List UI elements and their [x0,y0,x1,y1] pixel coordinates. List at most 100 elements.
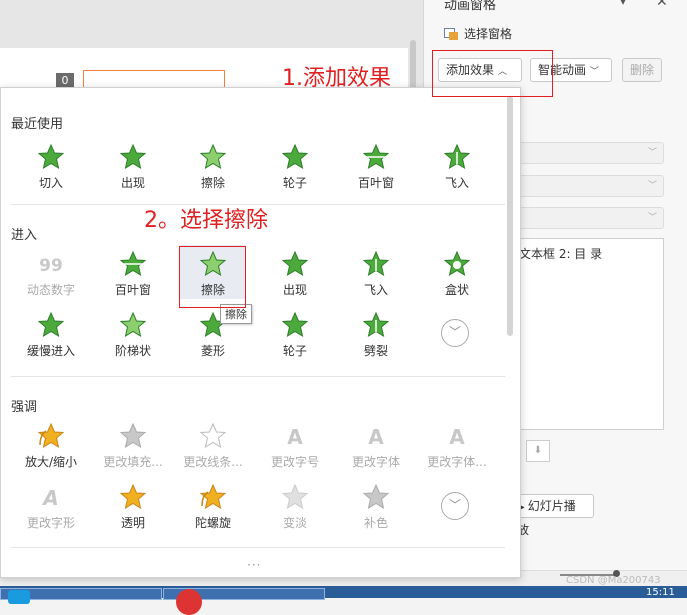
effect-label: 补色 [363,516,388,530]
effect-item: A 更改字号 [262,417,328,471]
annotation-step-1: 1.添加效果 [282,66,391,91]
effect-item[interactable]: 轮子 [262,138,328,192]
star-gray-icon [120,423,146,449]
effect-label: 百叶窗 [357,176,394,190]
delete-button[interactable]: 删除 [622,58,662,82]
pane-menu-icon[interactable]: ▾ [620,0,626,8]
effect-label: 缓慢进入 [26,344,75,358]
divider [11,376,505,377]
effect-item[interactable]: 百叶窗 [343,138,409,192]
app-icon[interactable] [8,590,30,604]
effect-label: 动态数字 [26,283,75,297]
star-green-wheel-icon [282,144,308,170]
chevron-down-icon: ﹀ [647,148,657,158]
close-icon[interactable]: ✕ [656,0,668,10]
annotation-box-add-effect [432,50,553,97]
effect-item[interactable]: 百叶窗 [100,245,166,299]
animation-list-item[interactable]: 文本框 2: 目 录 [519,245,602,262]
effect-item[interactable]: 缓慢进入 [18,306,84,360]
effect-label: 切入 [38,176,63,190]
effect-item: 变淡 [262,478,328,532]
star-green-light-icon [120,312,146,338]
effect-item: A 更改字形 [18,478,84,532]
section-title-emphasis: 强调 [11,400,38,415]
clock: 15:11 [646,587,675,598]
reorder-down-button[interactable]: ⬇ [526,440,550,462]
effect-label: 更改字体... [427,455,487,469]
selection-pane-link[interactable]: 选择窗格 [444,25,512,42]
svg-text:A: A [368,425,384,449]
star-green-split-icon [363,312,389,338]
effect-item[interactable]: 放大/缩小 [18,417,84,471]
slideshow-button[interactable]: ▶幻灯片播放 [510,494,594,537]
svg-text:A: A [41,486,58,510]
star-gray-light-icon [282,484,308,510]
effect-item: A 更改字体... [424,417,490,471]
pane-title: 动画窗格 [444,0,497,13]
effect-item: A 更改字体 [343,417,409,471]
selection-pane-icon [444,27,458,40]
svg-text:99: 99 [39,256,63,276]
effect-item[interactable]: 飞入 [343,245,409,299]
star-green-wheel-icon [282,312,308,338]
effect-item[interactable]: 出现 [262,245,328,299]
effect-label: 透明 [120,516,145,530]
slideshow-label: 幻灯片播放 [517,499,576,537]
effect-item[interactable]: 劈裂 [343,306,409,360]
effect-label: 劈裂 [363,344,388,358]
font-style-icon: A [41,486,58,510]
effect-label: 菱形 [200,344,225,358]
effect-label: 出现 [120,176,145,190]
star-green-fly-icon [363,251,389,277]
star-green-fly-icon [444,144,470,170]
divider [11,547,505,548]
effect-label: 更改填充... [103,455,163,469]
effect-item[interactable]: 切入 [18,138,84,192]
effect-item[interactable]: 轮子 [262,306,328,360]
star-outline-icon [200,423,226,449]
expand-entrance-button[interactable]: ﹀ [441,319,469,347]
scrollbar[interactable] [507,96,513,336]
effect-item[interactable]: 透明 [100,478,166,532]
animation-list[interactable]: 文本框 2: 目 录 [508,238,664,430]
star-green-light-icon [200,144,226,170]
app-icon[interactable] [176,589,202,615]
svg-text:A: A [449,425,465,449]
effect-item: 更改线条... [180,417,246,471]
effect-item[interactable]: 出现 [100,138,166,192]
effect-label: 擦除 [200,176,225,190]
effect-label: 飞入 [363,283,388,297]
resize-grip[interactable]: ··· [247,558,261,572]
direction-select[interactable]: ﹀ [508,175,664,197]
effect-item[interactable]: 陀螺旋 [180,478,246,532]
watermark: CSDN @Ma200743 [566,575,661,586]
effect-label: 出现 [282,283,307,297]
section-title-entrance: 进入 [11,228,38,243]
effect-label: 阶梯状 [114,344,151,358]
star-green-blinds-icon [363,144,389,170]
effect-item: 补色 [343,478,409,532]
star-gold-spin-icon [200,484,226,510]
start-select[interactable]: ﹀ [508,142,664,164]
effect-item[interactable]: 阶梯状 [100,306,166,360]
star-gold-half-icon [120,484,146,510]
effect-label: 轮子 [282,176,307,190]
effect-item[interactable]: 擦除 [180,138,246,192]
star-green-box-icon [444,251,470,277]
effect-item[interactable]: 盒状 [424,245,490,299]
expand-emphasis-button[interactable]: ﹀ [441,492,469,520]
font-change-icon: A [368,425,384,449]
star-green-icon [38,144,64,170]
star-green-burst-icon [282,251,308,277]
section-title-recent: 最近使用 [11,117,64,132]
effect-item: 更改填充... [100,417,166,471]
effect-label: 放大/缩小 [24,455,78,469]
effect-label: 变淡 [282,516,307,530]
font-color-icon: A [449,425,465,449]
effect-item[interactable]: 飞入 [424,138,490,192]
effect-label: 百叶窗 [114,283,151,297]
chevron-down-icon: ﹀ [647,213,657,223]
effect-label: 盒状 [444,283,469,297]
speed-select[interactable]: ﹀ [508,207,664,229]
effect-label: 轮子 [282,344,307,358]
